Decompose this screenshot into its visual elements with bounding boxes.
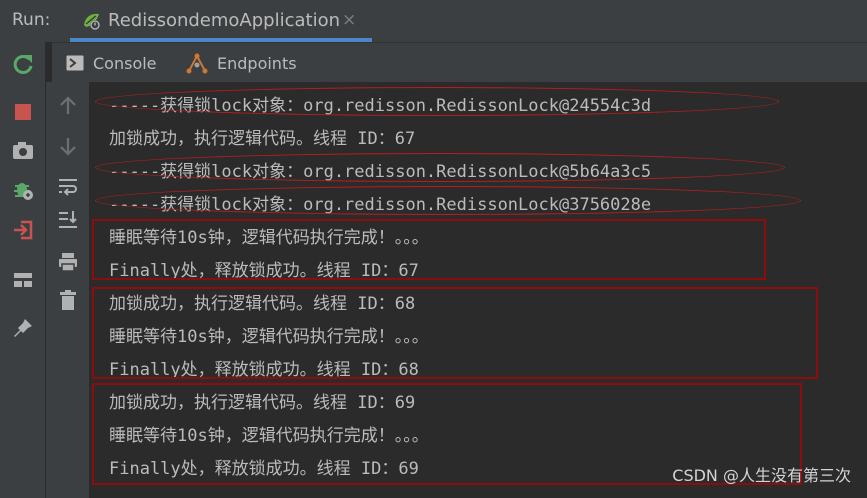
run-label: Run: <box>12 10 51 30</box>
tab-console-label: Console <box>93 53 157 73</box>
debug-icon[interactable] <box>11 178 35 202</box>
highlight-box <box>92 287 818 379</box>
highlight-ellipse <box>95 153 785 182</box>
console-output[interactable]: -----获得锁lock对象：org.redisson.RedissonLock… <box>89 82 867 498</box>
tab-endpoints[interactable]: Endpoints <box>186 50 297 76</box>
endpoints-icon <box>186 53 208 74</box>
rerun-icon[interactable] <box>11 52 35 76</box>
print-icon[interactable] <box>56 250 80 274</box>
highlight-ellipse <box>95 87 779 116</box>
stop-icon[interactable] <box>11 100 35 124</box>
console-subtabs: Console Endpoints <box>52 42 867 83</box>
pin-icon[interactable] <box>11 316 35 340</box>
tab-console[interactable]: Console <box>66 50 157 76</box>
tab-endpoints-label: Endpoints <box>217 53 297 73</box>
highlight-ellipse <box>95 186 801 215</box>
trash-icon[interactable] <box>56 288 80 312</box>
spring-boot-icon <box>84 13 100 30</box>
console-actions-toolbar <box>46 82 89 498</box>
scroll-to-end-icon[interactable] <box>56 208 80 232</box>
console-line: 加锁成功，执行逻辑代码。线程 ID：67 <box>109 129 416 149</box>
soft-wrap-icon[interactable] <box>56 174 80 198</box>
watermark: CSDN @人生没有第三次 <box>672 466 851 485</box>
run-actions-toolbar <box>0 42 45 498</box>
run-toolbar: Run: RedissondemoApplication × <box>0 0 867 42</box>
run-tab-title: RedissondemoApplication <box>108 10 340 31</box>
run-tab-redissondemo[interactable]: RedissondemoApplication × <box>70 0 372 42</box>
down-arrow-icon[interactable] <box>56 134 80 158</box>
close-icon[interactable]: × <box>342 10 356 30</box>
login-icon[interactable] <box>11 218 35 242</box>
layout-icon[interactable] <box>11 268 35 292</box>
console-icon <box>66 55 84 71</box>
highlight-box <box>92 219 766 280</box>
up-arrow-icon[interactable] <box>56 94 80 118</box>
camera-icon[interactable] <box>11 139 35 163</box>
